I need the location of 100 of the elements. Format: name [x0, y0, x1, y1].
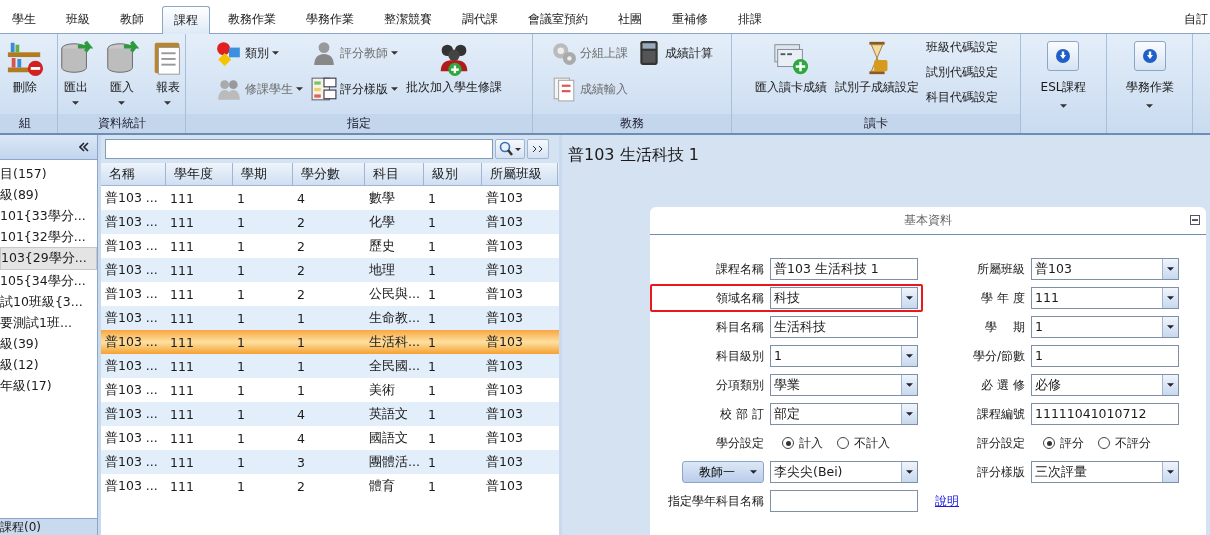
table-row[interactable]: 普103 ... 111 1 3 團體活... 1 普103 [101, 450, 559, 474]
dropdown-field[interactable]: 必修 [1031, 374, 1179, 396]
text-field[interactable] [770, 490, 918, 512]
collapse-icon[interactable] [1190, 215, 1200, 225]
ribbon-tab[interactable]: 整潔競賽 [372, 6, 444, 33]
table-row[interactable]: 普103 ... 111 1 1 生命教... 1 普103 [101, 306, 559, 330]
collapse-icon[interactable] [79, 142, 89, 152]
field-label: 校 部 訂 [720, 405, 764, 423]
text-field[interactable]: 11111041010712 [1031, 403, 1179, 425]
caret-icon [750, 470, 757, 474]
tree-item[interactable]: 級(39) [0, 333, 97, 354]
table-cell-text: 1 [236, 334, 246, 350]
tree-item[interactable]: 101{32學分... [0, 226, 97, 247]
dropdown-field[interactable]: 科技 [770, 287, 918, 309]
table-row[interactable]: 普103 ... 111 1 2 歷史 1 普103 [101, 234, 559, 258]
ribbon-button[interactable]: 匯入讀卡成績 [752, 37, 830, 98]
dropdown-field[interactable]: 111 [1031, 287, 1179, 309]
ribbon-button[interactable]: 匯出 [53, 37, 98, 107]
table-row[interactable]: 普103 ... 111 1 1 美術 1 普103 [101, 378, 559, 402]
table-row[interactable]: 普103 ... 111 1 4 英語文 1 普103 [101, 402, 559, 426]
ribbon-button[interactable]: 試別子成績設定 [832, 37, 922, 98]
text-field[interactable]: 生活科技 [770, 316, 918, 338]
table-cell-text: 體育 [368, 477, 396, 495]
ribbon-tab[interactable]: 教務作業 [216, 6, 288, 33]
table-cell-text: 1 [427, 478, 437, 494]
ribbon-tab[interactable]: 排課 [726, 6, 774, 33]
ribbon-tab[interactable]: 教師 [108, 6, 156, 33]
tree-item[interactable]: 105{34學分... [0, 270, 97, 291]
ribbon-tab[interactable]: 自訂 [1184, 6, 1210, 33]
dropdown-field[interactable]: 部定 [770, 403, 918, 425]
table-row[interactable]: 普103 ... 111 1 4 數學 1 普103 [101, 186, 559, 210]
tree-item[interactable]: 103{29學分... [0, 247, 97, 270]
tree-item[interactable]: 目(157) [0, 163, 97, 184]
column-header[interactable]: 科目 [365, 163, 424, 185]
field-label: 課程名稱 [716, 260, 764, 278]
table-row[interactable]: 普103 ... 111 1 2 地理 1 普103 [101, 258, 559, 282]
ribbon-tab[interactable]: 調代課 [450, 6, 510, 33]
column-header[interactable]: 學年度 [166, 163, 233, 185]
text-field[interactable]: 普103 生活科技 1 [770, 258, 918, 280]
ribbon-button[interactable]: ESL課程 [1034, 37, 1093, 112]
ribbon-tab[interactable]: 學務作業 [294, 6, 366, 33]
table-cell-text: 普103 [485, 213, 524, 231]
ribbon-button[interactable]: 學務作業 [1119, 37, 1180, 112]
table-cell-text: 普103 ... [104, 285, 159, 303]
ribbon-button[interactable]: 報表 [145, 37, 190, 107]
column-header[interactable]: 名稱 [101, 163, 166, 185]
column-header[interactable]: 學期 [233, 163, 293, 185]
ribbon-button[interactable]: 類別 [213, 37, 306, 69]
tree-item[interactable]: 級(89) [0, 184, 97, 205]
ribbon-tab[interactable]: 重補修 [660, 6, 720, 33]
ribbon-tab[interactable]: 學生 [0, 6, 48, 33]
column-header[interactable]: 學分數 [293, 163, 365, 185]
search-field[interactable] [105, 139, 493, 159]
tree-item[interactable]: 試10班級{3... [0, 291, 97, 312]
ribbon-tab[interactable]: 社團 [606, 6, 654, 33]
ribbon-tab[interactable]: 會議室預約 [516, 6, 600, 33]
table-row[interactable]: 普103 ... 111 1 1 全民國... 1 普103 [101, 354, 559, 378]
tree-item[interactable]: 年級(17) [0, 375, 97, 396]
search-button[interactable] [495, 139, 525, 159]
table-cell-text: 普103 ... [104, 453, 159, 471]
text-field[interactable]: 1 [1031, 345, 1179, 367]
dropdown-field[interactable]: 1 [1031, 316, 1179, 338]
table-cell-text: 1 [296, 382, 306, 398]
dropdown-field[interactable]: 1 [770, 345, 918, 367]
ribbon-button[interactable]: 刪除 [2, 37, 47, 98]
table-row[interactable]: 普103 ... 111 1 4 國語文 1 普103 [101, 426, 559, 450]
tree-item[interactable]: 要測試1班... [0, 312, 97, 333]
ribbon-tab[interactable]: 課程 [162, 6, 210, 34]
radio-option[interactable]: 評分 [1043, 434, 1084, 452]
teacher-dropdown-button[interactable]: 教師一 [682, 461, 764, 483]
expand-button[interactable] [527, 139, 549, 159]
table-cell-text: 1 [236, 406, 246, 422]
column-header[interactable]: 級別 [424, 163, 482, 185]
table-row[interactable]: 普103 ... 111 1 1 生活科... 1 普103 [101, 330, 559, 354]
tree-item[interactable]: 101{33學分... [0, 205, 97, 226]
ribbon-tab[interactable]: 班級 [54, 6, 102, 33]
table-cell-text: 1 [427, 454, 437, 470]
help-link[interactable]: 說明 [935, 492, 959, 510]
dropdown-field[interactable]: 三次評量 [1031, 461, 1179, 483]
ribbon-button[interactable]: 評分樣版 [308, 73, 401, 105]
radio-option[interactable]: 不評分 [1098, 434, 1151, 452]
panel-footer[interactable]: 課程(0) [0, 518, 97, 535]
ribbon-button[interactable]: 匯入 [99, 37, 144, 107]
dropdown-field[interactable]: 李尖尖(Bei) [770, 461, 918, 483]
table-row[interactable]: 普103 ... 111 1 2 公民與... 1 普103 [101, 282, 559, 306]
dropdown-field[interactable]: 學業 [770, 374, 918, 396]
caret-icon [1060, 104, 1067, 108]
table-row[interactable]: 普103 ... 111 1 2 化學 1 普103 [101, 210, 559, 234]
ribbon-button[interactable]: 科目代碼設定 [924, 87, 1000, 108]
ribbon-button[interactable]: 成績計算 [633, 37, 716, 69]
ribbon-button[interactable]: 班級代碼設定 [924, 37, 1000, 58]
column-header[interactable]: 所屬班級 [482, 163, 558, 185]
ribbon-button[interactable]: 批次加入學生修課 [403, 37, 505, 98]
table-cell-text: 111 [169, 262, 195, 278]
radio-option[interactable]: 計入 [782, 434, 823, 452]
ribbon-button[interactable]: 試別代碼設定 [924, 62, 1000, 83]
radio-option[interactable]: 不計入 [837, 434, 890, 452]
table-row[interactable]: 普103 ... 111 1 2 體育 1 普103 [101, 474, 559, 498]
dropdown-field[interactable]: 普103 [1031, 258, 1179, 280]
tree-item[interactable]: 級(12) [0, 354, 97, 375]
